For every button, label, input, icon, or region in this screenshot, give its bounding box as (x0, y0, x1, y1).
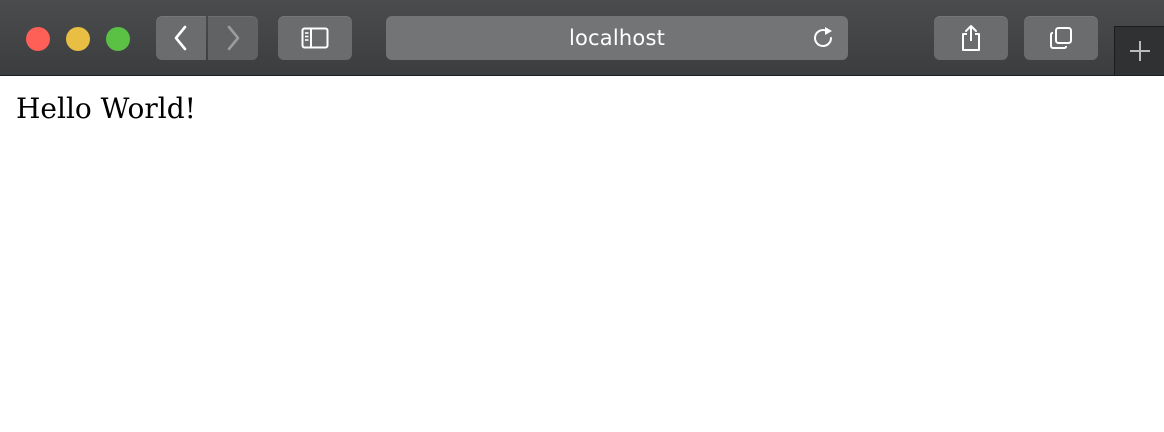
browser-toolbar: localhost (0, 0, 1164, 76)
page-text: Hello World! (16, 92, 196, 125)
tab-overview-icon (1050, 27, 1072, 49)
share-icon (962, 25, 980, 51)
close-window-button[interactable] (26, 27, 50, 51)
address-bar[interactable]: localhost (386, 16, 848, 60)
back-button[interactable] (156, 16, 206, 60)
sidebar-toggle-button[interactable] (278, 16, 352, 60)
browser-window: localhost Hello World! (0, 0, 1164, 432)
page-content: Hello World! (0, 76, 1164, 432)
tab-overview-button[interactable] (1024, 16, 1098, 60)
sidebar-icon (301, 27, 329, 49)
zoom-window-button[interactable] (106, 27, 130, 51)
reload-icon[interactable] (812, 26, 836, 50)
plus-icon (1129, 41, 1150, 61)
share-button[interactable] (934, 16, 1008, 60)
chevron-left-icon (174, 25, 187, 51)
minimize-window-button[interactable] (66, 27, 90, 51)
forward-button[interactable] (208, 16, 258, 60)
new-tab-button[interactable] (1114, 26, 1164, 75)
chevron-right-icon (227, 25, 240, 51)
address-text[interactable]: localhost (386, 16, 848, 60)
